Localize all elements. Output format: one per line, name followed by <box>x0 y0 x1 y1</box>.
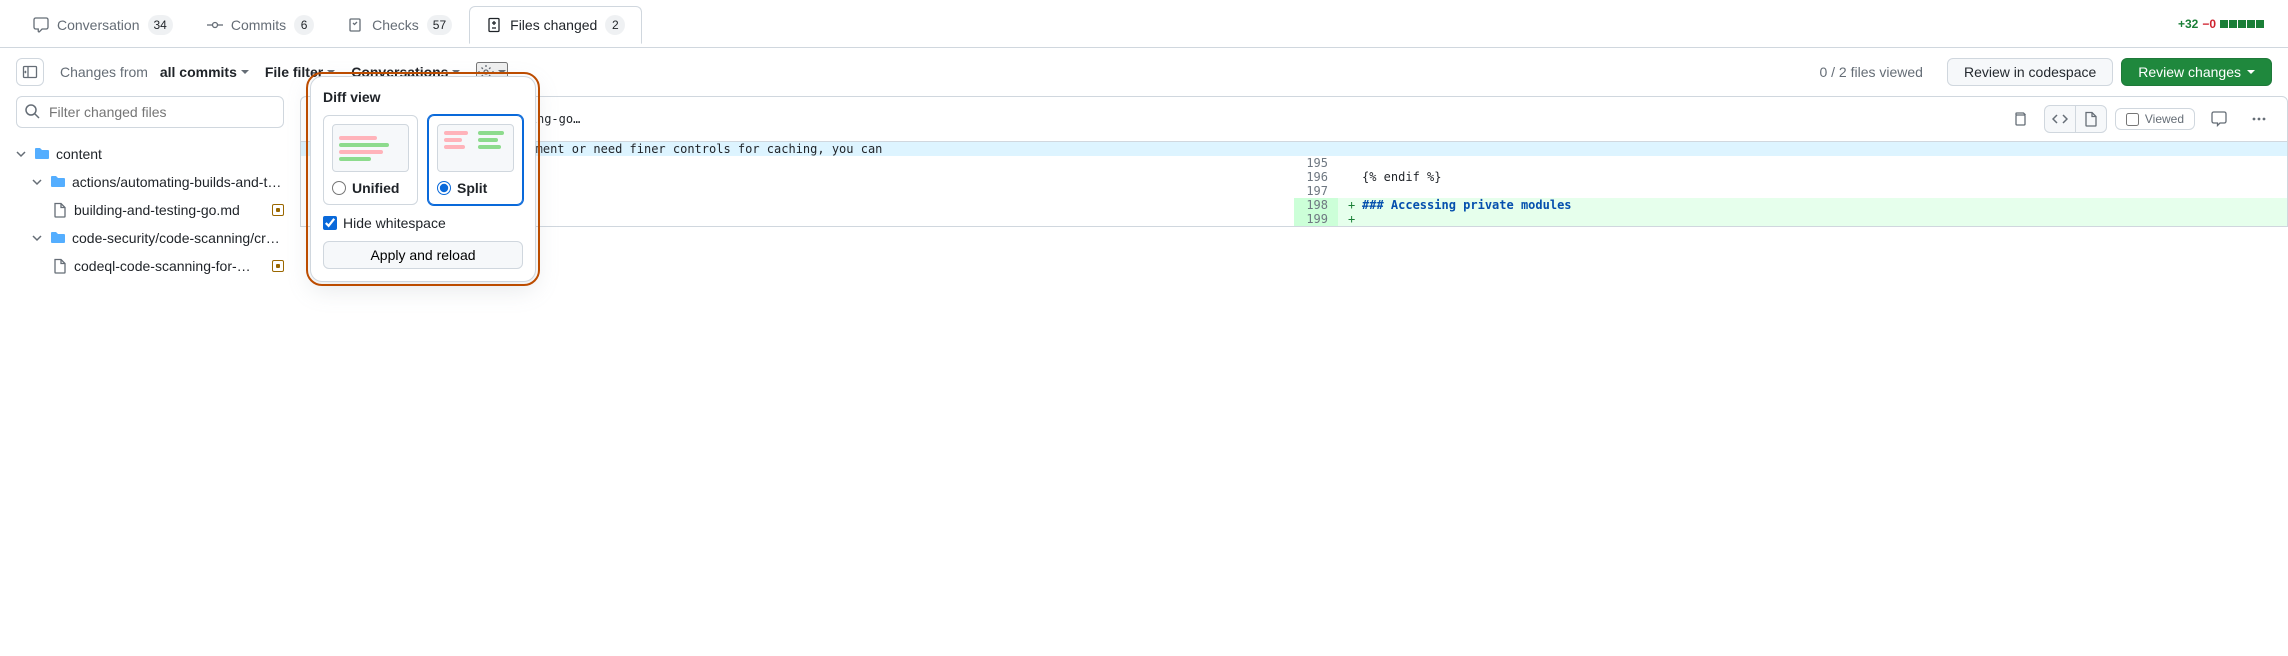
diff-line: 198+### Accessing private modules <box>301 198 2287 212</box>
diff-content: ds-and-tests/building-and-testing-go… Vi… <box>300 96 2288 280</box>
tree-folder[interactable]: actions/automating-builds-and-t… <box>16 168 284 196</box>
file-icon <box>2083 111 2099 127</box>
checklist-icon <box>348 17 364 33</box>
chevron-down-icon <box>16 149 28 159</box>
filter-files-input[interactable] <box>16 96 284 128</box>
caret-down-icon <box>498 70 506 74</box>
diff-body: you have a custom requirement or need fi… <box>300 142 2288 227</box>
comment-icon <box>2211 111 2227 127</box>
diff-line: 197 <box>301 184 2287 198</box>
folder-icon <box>50 230 66 246</box>
diff-stat: +32 −0 <box>2178 17 2264 31</box>
sidebar-icon <box>22 64 38 80</box>
tree-label: building-and-testing-go.md <box>74 202 266 218</box>
hide-whitespace-checkbox[interactable] <box>323 216 337 230</box>
tab-counter: 34 <box>148 15 173 35</box>
chevron-down-icon <box>32 233 44 243</box>
diff-line: 195 <box>301 156 2287 170</box>
modified-icon <box>272 204 284 216</box>
diff-line: 199+ <box>301 212 2287 226</box>
viewed-checkbox[interactable] <box>2126 113 2139 126</box>
button-label: Review changes <box>2138 64 2241 80</box>
tab-label: Checks <box>372 17 419 33</box>
code-icon <box>2052 111 2068 127</box>
tree-file[interactable]: building-and-testing-go.md <box>16 196 284 224</box>
changes-from-dropdown[interactable]: Changes from all commits <box>60 64 249 80</box>
file-menu-button[interactable] <box>2243 105 2275 133</box>
search-icon <box>24 103 40 119</box>
additions-count: +32 <box>2178 17 2198 31</box>
dropdown-prefix: Changes from <box>60 64 148 80</box>
unified-radio[interactable] <box>332 181 346 195</box>
option-label: Unified <box>352 180 399 196</box>
tree-label: actions/automating-builds-and-t… <box>72 174 284 190</box>
checkbox-label: Hide whitespace <box>343 215 446 231</box>
tab-label: Commits <box>231 17 286 33</box>
diff-settings-popover: Diff view Unified Split Hide whitespace … <box>310 76 536 282</box>
diff-view-split-option[interactable]: Split <box>428 115 523 205</box>
copy-icon <box>2012 111 2028 127</box>
chevron-down-icon <box>32 177 44 187</box>
commit-icon <box>207 17 223 33</box>
file-icon <box>52 258 68 274</box>
tree-folder[interactable]: code-security/code-scanning/cr… <box>16 224 284 252</box>
unified-preview-icon <box>332 124 409 172</box>
tab-label: Conversation <box>57 17 140 33</box>
tab-conversation[interactable]: Conversation 34 <box>16 6 190 44</box>
tree-file[interactable]: codeql-code-scanning-for-… <box>16 252 284 280</box>
file-comment-button[interactable] <box>2203 105 2235 133</box>
diff-view-unified-option[interactable]: Unified <box>323 115 418 205</box>
modified-icon <box>272 260 284 272</box>
folder-icon <box>50 174 66 190</box>
copy-path-button[interactable] <box>2004 105 2036 133</box>
popover-title: Diff view <box>323 89 523 105</box>
caret-down-icon <box>241 70 249 74</box>
diff-line: 196{% endif %} <box>301 170 2287 184</box>
viewed-label: Viewed <box>2145 112 2184 126</box>
file-icon <box>52 202 68 218</box>
tab-counter: 2 <box>605 15 625 35</box>
deletions-count: −0 <box>2202 17 2216 31</box>
review-changes-button[interactable]: Review changes <box>2121 58 2272 86</box>
view-mode-group <box>2044 105 2107 133</box>
hide-whitespace-row[interactable]: Hide whitespace <box>323 215 523 231</box>
tree-label: code-security/code-scanning/cr… <box>72 230 284 246</box>
split-preview-icon <box>437 124 514 172</box>
tree-label: codeql-code-scanning-for-… <box>74 258 266 274</box>
files-viewed-label: 0 / 2 files viewed <box>1819 64 1923 80</box>
tab-label: Files changed <box>510 17 597 33</box>
apply-and-reload-button[interactable]: Apply and reload <box>323 241 523 269</box>
sidebar-toggle-button[interactable] <box>16 58 44 86</box>
caret-down-icon <box>452 70 460 74</box>
file-diff-icon <box>486 17 502 33</box>
tab-files-changed[interactable]: Files changed 2 <box>469 6 642 44</box>
source-view-button[interactable] <box>2044 105 2076 133</box>
tab-commits[interactable]: Commits 6 <box>190 6 331 44</box>
tree-label: content <box>56 146 284 162</box>
tab-checks[interactable]: Checks 57 <box>331 6 469 44</box>
caret-down-icon <box>327 70 335 74</box>
option-label: Split <box>457 180 487 196</box>
comment-icon <box>33 17 49 33</box>
file-tree: content actions/automating-builds-and-t…… <box>16 140 284 280</box>
rendered-view-button[interactable] <box>2075 105 2107 133</box>
dropdown-value: all commits <box>160 64 237 80</box>
diff-stat-blocks <box>2220 20 2264 28</box>
tree-folder[interactable]: content <box>16 140 284 168</box>
review-in-codespace-button[interactable]: Review in codespace <box>1947 58 2113 86</box>
viewed-toggle[interactable]: Viewed <box>2115 108 2195 130</box>
split-radio[interactable] <box>437 181 451 195</box>
tab-counter: 6 <box>294 15 314 35</box>
caret-down-icon <box>2247 70 2255 74</box>
diff-hunk-header: you have a custom requirement or need fi… <box>301 142 2287 156</box>
folder-icon <box>34 146 50 162</box>
tab-counter: 57 <box>427 15 452 35</box>
file-tree-sidebar: content actions/automating-builds-and-t…… <box>0 96 300 280</box>
kebab-icon <box>2251 111 2267 127</box>
pr-tabs: Conversation 34 Commits 6 Checks 57 File… <box>0 0 2288 48</box>
file-path: ds-and-tests/building-and-testing-go… <box>313 112 1996 126</box>
file-header: ds-and-tests/building-and-testing-go… Vi… <box>300 96 2288 142</box>
